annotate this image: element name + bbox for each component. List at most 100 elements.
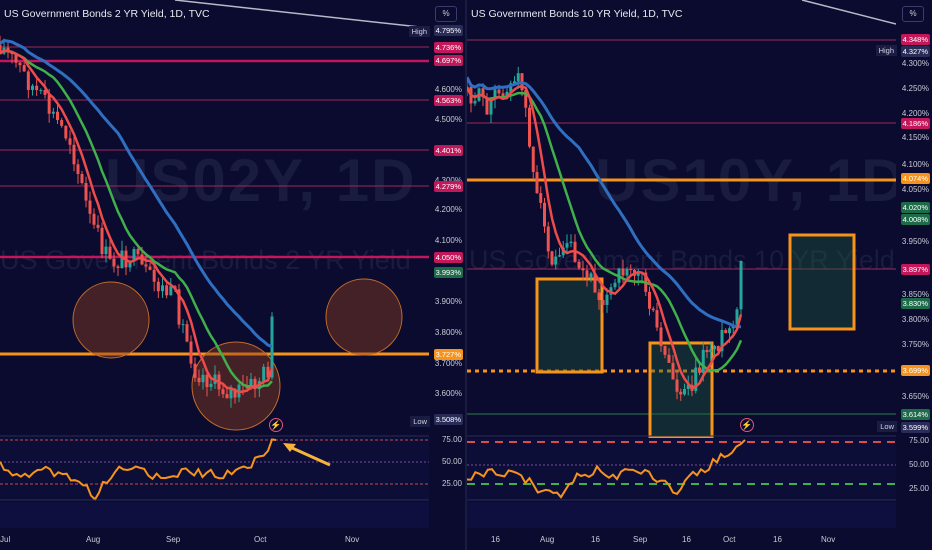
- rsi-tick: 25.00: [908, 484, 929, 493]
- candle-body: [84, 183, 88, 201]
- candle-body: [47, 94, 51, 114]
- candle-body: [108, 246, 112, 259]
- candle-body: [589, 273, 593, 278]
- candle-body: [728, 328, 731, 334]
- price-tag: 4.795%: [433, 25, 463, 36]
- candle-body: [229, 389, 233, 399]
- percent-toggle-button[interactable]: %: [435, 6, 457, 22]
- price-tick: 3.900%: [434, 297, 462, 306]
- candle-body: [713, 346, 716, 350]
- rsi-tick: 50.00: [908, 460, 929, 469]
- candle-body: [100, 227, 104, 255]
- rsi-tick: 75.00: [908, 436, 929, 445]
- candle-body: [497, 89, 501, 94]
- x-label: 16: [491, 535, 500, 544]
- price-axis[interactable]: % 4.300% 4.250% 4.200% 4.150% 4.100% 4.050% 3.…: [896, 0, 932, 550]
- price-chart-10yr[interactable]: [467, 0, 932, 550]
- price-tag: 4.697%: [433, 55, 463, 66]
- price-tick: 4.050%: [901, 185, 929, 194]
- candle-body: [613, 282, 617, 288]
- candle-body: [636, 273, 640, 276]
- x-label: Aug: [540, 535, 555, 544]
- candle-body: [22, 65, 26, 72]
- candle-body: [39, 90, 43, 92]
- candle-body: [601, 300, 605, 306]
- chart-panel-10yr[interactable]: US10Y, 1D US Government Bonds 10 YR Yiel…: [467, 0, 932, 550]
- candle-body: [225, 394, 229, 399]
- price-tick: 3.600%: [434, 389, 462, 398]
- candle-body: [189, 341, 193, 364]
- price-tick: 4.100%: [434, 236, 462, 245]
- candle-body: [35, 85, 39, 91]
- time-axis[interactable]: [467, 528, 932, 550]
- candle-body: [144, 264, 148, 267]
- price-tag: 4.563%: [433, 95, 463, 106]
- candle-body: [165, 285, 169, 296]
- price-tick: 3.800%: [434, 328, 462, 337]
- candle-body: [181, 324, 185, 326]
- rsi-tick: 25.00: [441, 479, 462, 488]
- candle-body: [64, 125, 68, 139]
- price-tick: 3.700%: [434, 359, 462, 368]
- price-tag: 3.830%: [900, 298, 930, 309]
- price-chart-2yr[interactable]: [0, 0, 465, 550]
- candle-body: [31, 85, 34, 90]
- candle-body: [56, 111, 59, 121]
- rsi-pane: [0, 438, 429, 500]
- candle-body: [80, 173, 84, 184]
- price-tag: 3.699%: [900, 365, 930, 376]
- high-label: High: [875, 45, 897, 56]
- price-tag: 4.348%: [900, 34, 930, 45]
- candle-body: [136, 249, 140, 255]
- time-axis[interactable]: [0, 528, 465, 550]
- candle-body: [625, 269, 629, 276]
- candle-body: [473, 100, 477, 104]
- candle-body: [659, 327, 663, 347]
- candle-body: [152, 269, 156, 282]
- candle-body: [683, 388, 686, 395]
- candle-body: [663, 346, 667, 355]
- price-tick: 3.800%: [901, 315, 929, 324]
- x-label: 16: [682, 535, 691, 544]
- candle-body: [516, 73, 520, 82]
- lightning-icon[interactable]: ⚡: [740, 418, 754, 432]
- candle-body: [197, 377, 201, 383]
- candle-body: [68, 138, 72, 145]
- candle-body: [597, 292, 601, 301]
- price-tag: 4.736%: [433, 42, 463, 53]
- box-zone-future: [788, 233, 856, 331]
- price-tick: 3.750%: [901, 340, 929, 349]
- candle-body: [621, 268, 625, 276]
- candle-body: [161, 285, 164, 292]
- candle-body: [104, 246, 108, 255]
- chart-title: US Government Bonds 10 YR Yield, 1D, TVC: [471, 8, 683, 20]
- candle-body: [698, 367, 701, 373]
- candle-body: [667, 354, 671, 363]
- price-axis[interactable]: % 4.600%4.500%4.300%4.200%4.100%3.900%3.…: [429, 0, 465, 550]
- price-tag: 4.327%: [900, 46, 930, 57]
- price-tick: 4.300%: [901, 59, 929, 68]
- percent-toggle-button[interactable]: %: [902, 6, 924, 22]
- candle-body: [558, 255, 561, 257]
- x-label-nov: Nov: [345, 535, 360, 544]
- candle-body: [205, 374, 209, 388]
- price-tag: 4.074%: [900, 173, 930, 184]
- price-tag: 3.614%: [900, 409, 930, 420]
- candle-body: [546, 226, 550, 252]
- candle-body: [629, 269, 633, 271]
- price-tick: 4.200%: [901, 109, 929, 118]
- price-tag: 4.186%: [900, 118, 930, 129]
- candle-body: [209, 383, 213, 388]
- candle-body: [60, 120, 64, 126]
- candle-body: [148, 266, 152, 270]
- candle-body: [709, 349, 713, 353]
- candle-body: [605, 294, 609, 306]
- chart-panel-2yr[interactable]: US02Y, 1D US Government Bonds 2 YR Yield…: [0, 0, 465, 550]
- candle-body: [679, 391, 683, 395]
- moving-average-mid: [467, 86, 743, 372]
- rsi-tick: 50.00: [441, 457, 462, 466]
- lightning-icon[interactable]: ⚡: [269, 418, 283, 432]
- low-label: Low: [877, 421, 897, 432]
- candle-body: [585, 270, 589, 278]
- candle-body: [655, 310, 659, 328]
